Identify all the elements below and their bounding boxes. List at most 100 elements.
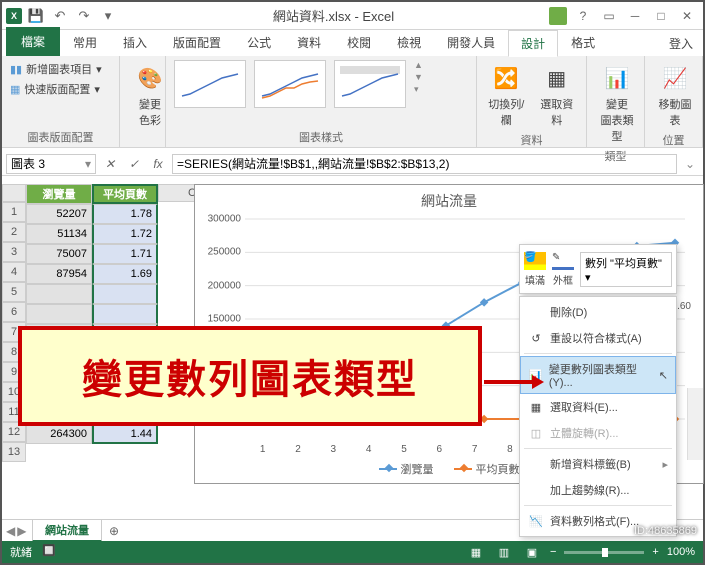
redo-button[interactable]: ↷	[74, 6, 94, 26]
cell-B13[interactable]: 1.44	[92, 424, 158, 444]
legend-item-2[interactable]: 平均頁數	[454, 461, 520, 477]
view-page-layout[interactable]: ▥	[494, 544, 514, 560]
outline-color-button[interactable]: ✎外框	[552, 252, 574, 287]
add-chart-element-button[interactable]: ▮▮新增圖表項目▾	[8, 60, 104, 78]
row-header-5[interactable]: 5	[2, 282, 26, 302]
tab-home[interactable]: 常用	[60, 29, 110, 56]
annotation-callout: 變更數列圖表類型	[18, 326, 482, 426]
close-button[interactable]: ✕	[675, 6, 699, 26]
cell-B6[interactable]	[92, 284, 158, 304]
group-label-styles: 圖表樣式	[172, 127, 470, 145]
cell-B7[interactable]	[92, 304, 158, 324]
login-link[interactable]: 登入	[659, 31, 703, 56]
x-tick: 5	[401, 444, 407, 455]
status-bar: 就緒 🔲 ▦ ▥ ▣ − + 100%	[2, 541, 703, 563]
qat-dropdown[interactable]: ▾	[98, 6, 118, 26]
maximize-button[interactable]: □	[649, 6, 673, 26]
tab-developer[interactable]: 開發人員	[434, 29, 508, 56]
fx-button[interactable]: fx	[148, 154, 168, 174]
menu-add-trendline[interactable]: 加上趨勢線(R)...	[520, 477, 676, 503]
select-data-button[interactable]: ▦選取資料	[534, 60, 581, 130]
zoom-in[interactable]: +	[652, 546, 658, 558]
row-header-13[interactable]: 13	[2, 442, 26, 462]
cell-A2[interactable]: 52207	[26, 204, 92, 224]
fill-color-button[interactable]: 🪣填滿	[524, 252, 546, 287]
tab-insert[interactable]: 插入	[110, 29, 160, 56]
view-page-break[interactable]: ▣	[522, 544, 542, 560]
context-menu: 刪除(D) ↺重設以符合樣式(A) 📊變更數列圖表類型(Y)...↖ ▦選取資料…	[519, 296, 677, 537]
series-selector[interactable]: 數列 "平均頁數" ▾	[580, 252, 672, 287]
y-tick: 250000	[208, 247, 241, 258]
chart-style-1[interactable]	[174, 60, 246, 108]
cell-A13[interactable]: 264300	[26, 424, 92, 444]
cell-A1[interactable]: 瀏覽量	[26, 184, 92, 204]
row-header-6[interactable]: 6	[2, 302, 26, 322]
move-chart-button[interactable]: 📈移動圖表	[651, 60, 699, 130]
chart-title[interactable]: 網站流量	[195, 185, 703, 217]
menu-add-data-labels[interactable]: 新增資料標籤(B)▸	[520, 451, 676, 477]
view-normal[interactable]: ▦	[466, 544, 486, 560]
undo-button[interactable]: ↶	[50, 6, 70, 26]
menu-3d-rotate: ◫立體旋轉(R)...	[520, 420, 676, 446]
name-box[interactable]: 圖表 3▾	[6, 154, 96, 174]
cell-A7[interactable]	[26, 304, 92, 324]
fx-enter[interactable]: ✓	[124, 154, 144, 174]
chart-tools-icon	[549, 7, 571, 25]
cell-A5[interactable]: 87954	[26, 264, 92, 284]
ribbon-collapse-button[interactable]: ▭	[597, 6, 621, 26]
chart-style-2[interactable]	[254, 60, 326, 108]
zoom-slider[interactable]	[564, 551, 644, 554]
cell-A3[interactable]: 51134	[26, 224, 92, 244]
tab-design[interactable]: 設計	[508, 30, 558, 57]
select-all-corner[interactable]	[2, 184, 26, 202]
legend-item-1[interactable]: 瀏覽量	[379, 461, 434, 477]
vertical-scrollbar[interactable]	[687, 388, 703, 460]
cell-A6[interactable]	[26, 284, 92, 304]
tab-layout[interactable]: 版面配置	[160, 29, 234, 56]
excel-icon: X	[6, 8, 22, 24]
window-title: 網站資料.xlsx - Excel	[118, 6, 549, 25]
tab-view[interactable]: 檢視	[384, 29, 434, 56]
change-chart-type-button[interactable]: 📊變更 圖表類型	[593, 60, 641, 146]
new-sheet-button[interactable]: ⊕	[104, 524, 124, 538]
row-header-3[interactable]: 3	[2, 242, 26, 262]
sheet-nav-next[interactable]: ▶	[17, 524, 26, 538]
cell-B1[interactable]: 平均頁數	[92, 184, 158, 204]
menu-select-data[interactable]: ▦選取資料(E)...	[520, 394, 676, 420]
tab-formulas[interactable]: 公式	[234, 29, 284, 56]
formula-expand[interactable]: ⌄	[681, 157, 699, 171]
minimize-button[interactable]: ─	[623, 6, 647, 26]
save-button[interactable]: 💾	[26, 6, 46, 26]
styles-more[interactable]: ▾	[414, 84, 423, 95]
row-header-4[interactable]: 4	[2, 262, 26, 282]
paint-bucket-icon: 🪣	[524, 252, 546, 270]
menu-delete[interactable]: 刪除(D)	[520, 299, 676, 325]
macro-recorder[interactable]: 🔲	[42, 544, 56, 560]
quick-layout-button[interactable]: ▦快速版面配置▾	[8, 80, 102, 98]
cell-A4[interactable]: 75007	[26, 244, 92, 264]
row-header-1[interactable]: 1	[2, 202, 26, 222]
cell-B5[interactable]: 1.69	[92, 264, 158, 284]
sheet-nav-prev[interactable]: ◀	[6, 524, 15, 538]
tab-data[interactable]: 資料	[284, 29, 334, 56]
group-label-layout: 圖表版面配置	[8, 127, 113, 145]
switch-row-col-button[interactable]: 🔀切換列/欄	[483, 60, 530, 130]
sheet-tab-active[interactable]: 網站流量	[32, 519, 102, 542]
menu-reset-style[interactable]: ↺重設以符合樣式(A)	[520, 325, 676, 351]
cell-B4[interactable]: 1.71	[92, 244, 158, 264]
fx-cancel[interactable]: ✕	[100, 154, 120, 174]
styles-up[interactable]: ▲	[414, 60, 423, 70]
zoom-level[interactable]: 100%	[667, 546, 695, 558]
help-button[interactable]: ?	[571, 6, 595, 26]
zoom-out[interactable]: −	[550, 546, 556, 558]
styles-down[interactable]: ▼	[414, 72, 423, 82]
tab-format[interactable]: 格式	[558, 29, 608, 56]
formula-input[interactable]: =SERIES(網站流量!$B$1,,網站流量!$B$2:$B$13,2)	[172, 154, 677, 174]
cell-B2[interactable]: 1.78	[92, 204, 158, 224]
tab-review[interactable]: 校閱	[334, 29, 384, 56]
tab-file[interactable]: 檔案	[6, 27, 60, 56]
cell-B3[interactable]: 1.72	[92, 224, 158, 244]
chart-style-3[interactable]	[334, 60, 406, 108]
row-header-2[interactable]: 2	[2, 222, 26, 242]
mini-toolbar: 🪣填滿 ✎外框 數列 "平均頁數" ▾	[519, 244, 677, 294]
